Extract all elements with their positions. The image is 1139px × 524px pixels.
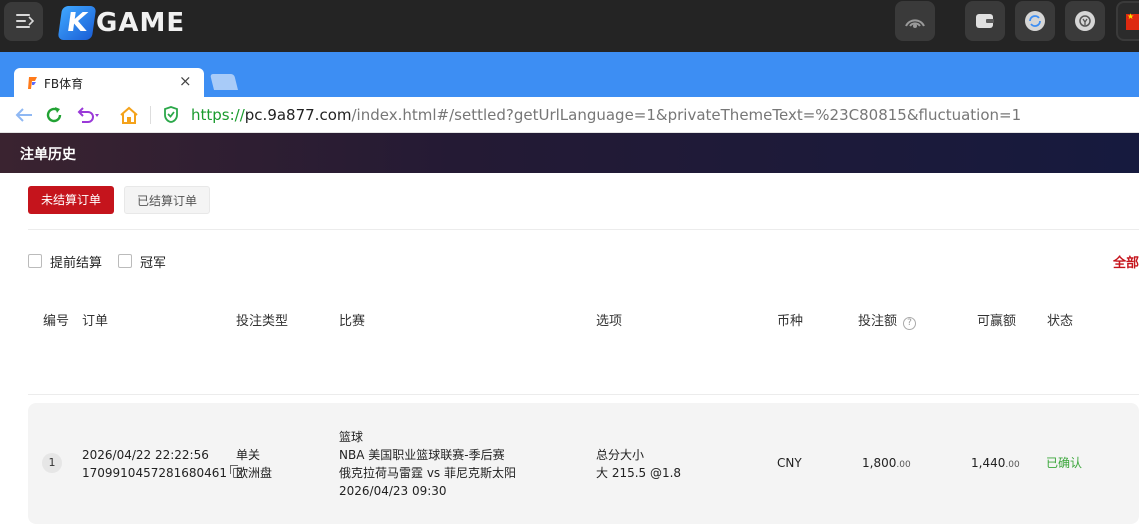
refresh-icon (1025, 11, 1045, 31)
help-icon[interactable]: ? (903, 317, 917, 330)
shield-check-icon[interactable] (163, 105, 179, 125)
wallet-button[interactable] (965, 1, 1005, 41)
order-cell: 2026/04/22 22:22:56 1709910457281680461 (82, 446, 243, 482)
col-currency: 币种 (777, 314, 804, 329)
fb-favicon-icon (28, 77, 37, 89)
stake-int: 1,800 (862, 456, 897, 470)
col-no: 编号 (43, 314, 70, 329)
sport: 篮球 (339, 430, 364, 444)
col-match: 比赛 (339, 314, 366, 329)
win-int: 1,440 (971, 456, 1006, 470)
win-amount: 1,440.00 (971, 454, 1020, 474)
menu-button[interactable] (4, 2, 43, 41)
page-content: 注单历史 未结算订单 已结算订单 提前结算 冠军 全部 编号 订单 投注类型 比… (0, 133, 1139, 524)
champion-label: 冠军 (140, 256, 167, 271)
col-order: 订单 (82, 314, 109, 329)
status-badge: 已确认 (1046, 456, 1083, 470)
settled-orders-tab[interactable]: 已结算订单 (124, 186, 210, 214)
customer-service-icon (1075, 11, 1095, 31)
order-id: 1709910457281680461 (82, 466, 228, 480)
champion-checkbox[interactable] (118, 254, 132, 268)
logo-text: GAME (96, 8, 186, 38)
url-scheme: https:// (191, 106, 245, 124)
bet-type-cell: 单关 欧洲盘 (236, 446, 272, 482)
logo-k: K (57, 6, 97, 40)
app-bar: K GAME (0, 0, 1139, 52)
col-status: 状态 (1047, 314, 1074, 329)
china-flag-icon (1126, 12, 1139, 30)
currency: CNY (777, 456, 802, 470)
option-cell: 总分大小 大 215.5 @1.8 (596, 446, 681, 482)
early-settle-checkbox[interactable] (28, 254, 42, 268)
signal-button[interactable] (895, 1, 935, 41)
option-pick: 大 215.5 @1.8 (596, 466, 682, 480)
league: NBA 美国职业篮球联赛-季后赛 (339, 448, 505, 462)
signal-icon (905, 19, 925, 28)
back-icon[interactable] (14, 105, 34, 125)
stake-dec: .00 (896, 460, 911, 470)
teams: 俄克拉荷马雷霆 vs 菲尼克斯太阳 (339, 466, 516, 480)
url-host: pc.9a877.com (244, 106, 352, 124)
odds-type: 欧洲盘 (236, 466, 273, 480)
match-cell: 篮球 NBA 美国职业篮球联赛-季后赛 俄克拉荷马雷霆 vs 菲尼克斯太阳 20… (339, 428, 516, 500)
page-title: 注单历史 (20, 147, 76, 163)
stake-amount: 1,800.00 (862, 454, 911, 474)
language-button[interactable] (1116, 1, 1139, 41)
url-path: /index.html#/settled?getUrlLanguage=1&pr… (351, 106, 1022, 124)
home-icon[interactable] (119, 105, 139, 125)
divider (28, 229, 1139, 230)
address-bar: https://pc.9a877.com/index.html#/settled… (0, 97, 1139, 133)
page-header: 注单历史 (0, 133, 1139, 173)
early-settle-label: 提前结算 (50, 256, 103, 271)
wallet-icon (976, 14, 994, 28)
undo-icon[interactable] (76, 105, 100, 125)
browser-tab[interactable]: FB体育 × (14, 68, 204, 98)
option-market: 总分大小 (596, 448, 645, 462)
row-index: 1 (42, 453, 62, 473)
unsettled-orders-tab[interactable]: 未结算订单 (28, 186, 114, 214)
col-win: 可赢额 (977, 314, 1017, 329)
kgame-logo: K GAME (57, 6, 186, 40)
tab-close-icon[interactable]: × (179, 72, 192, 90)
header-divider (28, 394, 1139, 395)
win-dec: .00 (1005, 460, 1020, 470)
refresh-button[interactable] (1015, 1, 1055, 41)
col-bet-type: 投注类型 (236, 314, 289, 329)
col-option: 选项 (596, 314, 623, 329)
order-time: 2026/04/22 22:22:56 (82, 448, 209, 462)
col-stake: 投注额? (858, 310, 917, 330)
table-row[interactable]: 1 2026/04/22 22:22:56 170991045728168046… (28, 403, 1139, 524)
match-time: 2026/04/23 09:30 (339, 484, 447, 498)
col-stake-label: 投注额 (858, 314, 898, 329)
all-filter-link[interactable]: 全部 (1113, 252, 1139, 271)
new-tab-button[interactable] (210, 74, 238, 90)
browser-window: FB体育 × https://pc.9a877.com/index.html#/… (0, 52, 1139, 524)
bet-type: 单关 (236, 448, 261, 462)
customer-service-button[interactable] (1065, 1, 1105, 41)
url-field[interactable]: https://pc.9a877.com/index.html#/settled… (191, 106, 1021, 124)
reload-icon[interactable] (44, 105, 64, 125)
tab-title: FB体育 (44, 77, 84, 91)
